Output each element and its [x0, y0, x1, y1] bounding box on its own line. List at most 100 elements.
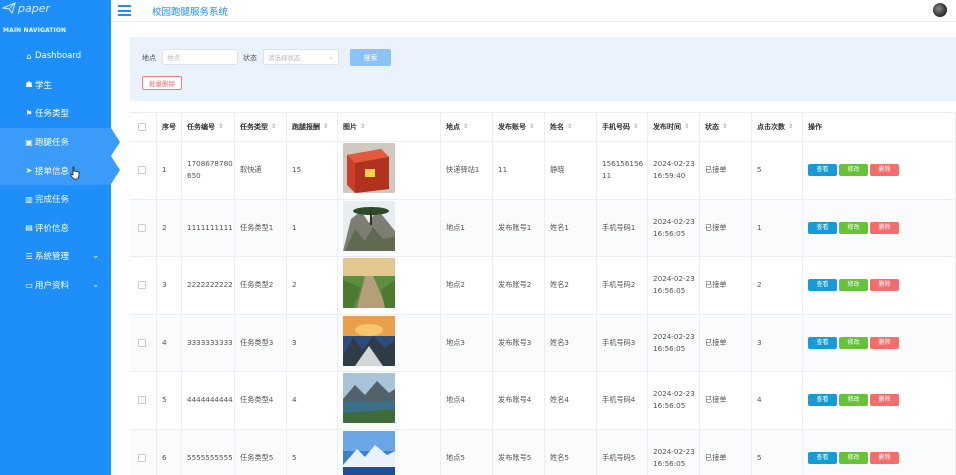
sidebar-item-errand-task[interactable]: ▣ 跑腿任务 — [0, 127, 120, 157]
delete-button[interactable]: 删除 — [870, 221, 899, 234]
mouse-pointer-icon — [70, 166, 80, 180]
sidebar-item-student[interactable]: ☗ 学生 — [0, 71, 111, 100]
sort-icon[interactable]: ⇕ — [722, 121, 727, 133]
view-button[interactable]: 查看 — [808, 221, 837, 234]
table-row: 2 1111111111 任务类型1 1 地点1 发布账号1 姓名1 手机号码1 2024-02… — [130, 199, 956, 257]
row-checkbox[interactable] — [138, 281, 146, 290]
edit-button[interactable]: 修改 — [839, 336, 868, 349]
view-button[interactable]: 查看 — [808, 336, 837, 349]
column-header[interactable]: 点击次数 — [757, 121, 785, 133]
cell-type: 任务类型3 — [240, 337, 274, 347]
sidebar-item-settings[interactable]: ☰ 系统管理 ⌄ — [0, 242, 111, 271]
nav-header: MAIN NAVIGATION — [3, 27, 67, 34]
cell-time: 2024-02-23 16:56:05 — [653, 389, 695, 411]
delete-button[interactable]: 删除 — [870, 394, 899, 407]
sort-icon[interactable]: ⇕ — [567, 121, 572, 133]
sidebar-item-task-type[interactable]: ⚑ 任务类型 — [0, 99, 111, 128]
select-all-checkbox[interactable] — [138, 123, 146, 131]
column-header[interactable]: 地点 — [446, 121, 460, 133]
edit-button[interactable]: 修改 — [839, 279, 868, 292]
student-icon: ☗ — [25, 80, 33, 90]
cell-phone: 手机号码1 — [602, 222, 636, 232]
cell-location: 快递驿站1 — [446, 165, 480, 175]
search-button[interactable]: 搜索 — [350, 49, 391, 66]
sort-icon[interactable]: ⇕ — [323, 121, 328, 133]
cell-type: 任务类型4 — [240, 395, 274, 405]
delete-button[interactable]: 删除 — [870, 164, 899, 177]
cell-account: 发布账号2 — [498, 280, 532, 290]
column-header[interactable]: 任务类型 — [240, 121, 268, 133]
delete-button[interactable]: 删除 — [870, 451, 899, 464]
task-image[interactable] — [343, 373, 395, 427]
sidebar-item-send[interactable]: ➤ 接单信息 — [0, 156, 120, 185]
status-select[interactable]: 请选择状态 ⌄ — [263, 49, 339, 65]
sidebar: paper MAIN NAVIGATION ⌂ Dashboard ☗ 学生 ⚑ 任务类型… — [0, 0, 120, 475]
cell-name: 姓名5 — [550, 452, 569, 462]
view-button[interactable]: 查看 — [808, 394, 837, 407]
sidebar-item-home[interactable]: ⌂ Dashboard — [0, 42, 111, 71]
view-button[interactable]: 查看 — [808, 279, 837, 292]
cell-location: 地点5 — [446, 452, 465, 462]
sort-icon[interactable]: ⇕ — [271, 121, 276, 133]
logo[interactable]: paper — [2, 1, 50, 15]
column-header[interactable]: 序号 — [162, 121, 176, 133]
table-row: 5 4444444444 任务类型4 4 地点4 发布账号4 姓名4 手机号码4 2024-02… — [130, 372, 956, 430]
column-header[interactable]: 发布时间 — [653, 121, 681, 133]
sort-icon[interactable]: ⇕ — [360, 121, 365, 133]
edit-button[interactable]: 修改 — [839, 164, 868, 177]
edit-button[interactable]: 修改 — [839, 221, 868, 234]
location-input[interactable]: 地点 — [162, 49, 238, 65]
view-button[interactable]: 查看 — [808, 451, 837, 464]
sort-icon[interactable]: ⇕ — [684, 121, 689, 133]
row-checkbox[interactable] — [138, 338, 146, 347]
row-checkbox[interactable] — [138, 396, 146, 405]
row-checkbox[interactable] — [138, 166, 146, 175]
cell-task-no: 5555555555 — [187, 452, 233, 462]
cell-time: 2024-02-23 16:56:05 — [653, 216, 695, 238]
row-checkbox[interactable] — [138, 223, 146, 232]
sort-icon[interactable]: ⇕ — [788, 121, 793, 133]
cell-location: 地点1 — [446, 222, 465, 232]
send-icon: ➤ — [25, 166, 33, 176]
column-header[interactable]: 跑腿报酬 — [292, 121, 320, 133]
cell-phone: 手机号码2 — [602, 280, 636, 290]
batch-delete-button[interactable]: 批量删除 — [142, 76, 182, 90]
task-image[interactable] — [343, 430, 395, 475]
column-header[interactable]: 任务编号 — [187, 121, 215, 133]
cell-name: 静晓 — [550, 165, 565, 175]
task-image[interactable] — [343, 258, 395, 312]
sidebar-item-review[interactable]: ▤ 评价信息 — [0, 214, 111, 243]
cell-task-no: 1111111111 — [187, 222, 233, 232]
cell-status: 已接单 — [705, 222, 727, 232]
sidebar-item-user-profile[interactable]: ▭ 用户资料 ⌄ — [0, 271, 111, 300]
column-header[interactable]: 发布账号 — [498, 121, 526, 133]
cell-reward: 4 — [292, 395, 297, 405]
column-header[interactable]: 图片 — [343, 121, 357, 133]
edit-button[interactable]: 修改 — [839, 394, 868, 407]
column-header[interactable]: 手机号码 — [602, 121, 630, 133]
edit-button[interactable]: 修改 — [839, 451, 868, 464]
cell-type: 任务类型2 — [240, 280, 274, 290]
row-checkbox[interactable] — [138, 453, 146, 462]
cell-name: 姓名1 — [550, 222, 569, 232]
avatar[interactable] — [933, 3, 947, 17]
cell-type: 任务类型5 — [240, 452, 274, 462]
column-header[interactable]: 姓名 — [550, 121, 564, 133]
menu-toggle-icon[interactable] — [118, 5, 131, 16]
sidebar-item-done-task[interactable]: ▥ 完成任务 — [0, 185, 111, 214]
sort-icon[interactable]: ⇕ — [633, 121, 638, 133]
column-header[interactable]: 状态 — [705, 121, 719, 133]
task-image[interactable] — [343, 315, 395, 370]
delete-button[interactable]: 删除 — [870, 336, 899, 349]
cell-reward: 1 — [292, 222, 297, 232]
task-image[interactable] — [343, 200, 395, 255]
column-header[interactable]: 操作 — [808, 121, 822, 133]
delete-button[interactable]: 删除 — [870, 279, 899, 292]
sort-icon[interactable]: ⇕ — [218, 121, 223, 133]
view-button[interactable]: 查看 — [808, 164, 837, 177]
cell-task-no: 2222222222 — [187, 280, 233, 290]
sort-icon[interactable]: ⇕ — [463, 121, 468, 133]
task-image[interactable] — [343, 143, 395, 197]
sort-icon[interactable]: ⇕ — [529, 121, 534, 133]
cell-time: 2024-02-23 16:56:05 — [653, 446, 695, 468]
